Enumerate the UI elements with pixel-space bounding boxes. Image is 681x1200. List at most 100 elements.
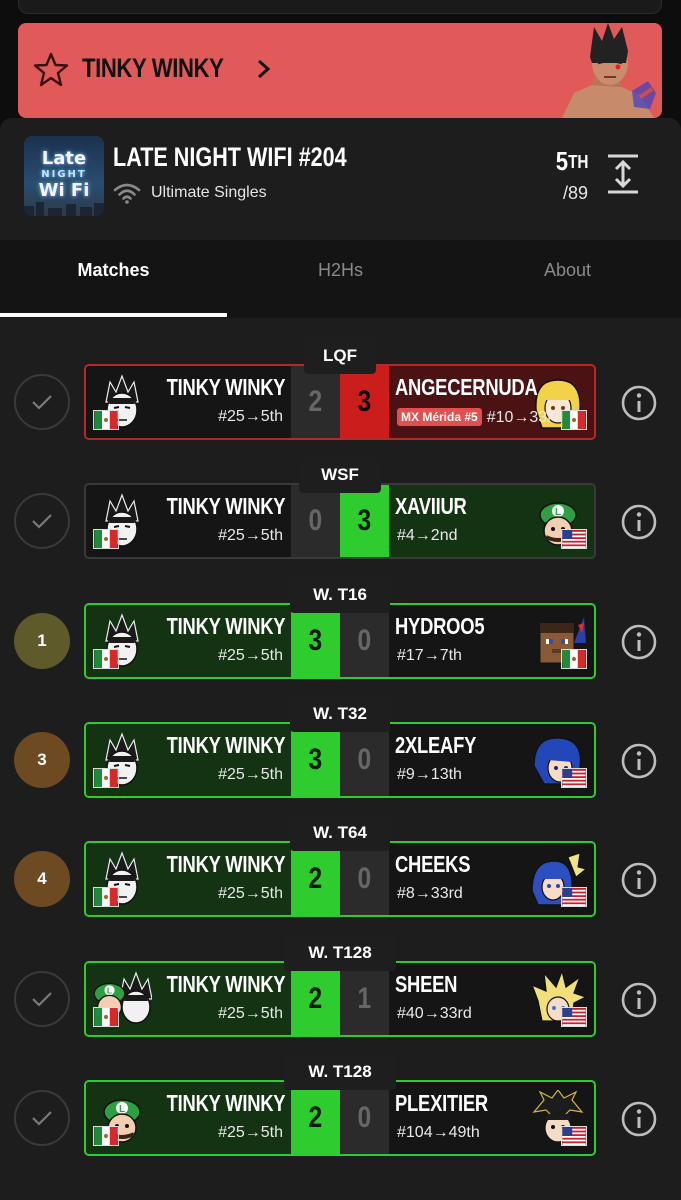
player-name: TINKY WINKY bbox=[166, 493, 285, 519]
match-row[interactable]: 1 W. T16 TINKY WINKY #25→5th HYDROO5 #17→7th 3… bbox=[0, 577, 681, 679]
player1-slot[interactable]: TINKY WINKY #25→5th bbox=[86, 605, 291, 677]
completed-status bbox=[14, 971, 70, 1027]
round-label: LQF bbox=[304, 338, 376, 374]
placement-total: /89 bbox=[562, 183, 588, 203]
round-label: W. T128 bbox=[284, 1054, 396, 1090]
seed-text: #17→7th bbox=[397, 647, 462, 664]
set-score-box[interactable]: L TINKY WINKY #25→5th PLEXITIER #104→49th 2 0 bbox=[84, 1080, 596, 1156]
tournament-format: Ultimate Singles bbox=[151, 184, 267, 201]
set-score-box[interactable]: TINKY WINKY #25→5th 2XLEAFY #9→13th 3 0 bbox=[84, 722, 596, 798]
info-icon[interactable] bbox=[620, 981, 658, 1019]
seed-text: #25→5th bbox=[218, 885, 283, 902]
info-icon[interactable] bbox=[620, 1100, 658, 1138]
player2-score: 1 bbox=[340, 963, 389, 1035]
logo-line-3: Wi Fi bbox=[38, 180, 90, 201]
player1-score: 2 bbox=[291, 366, 340, 438]
player-name: PLEXITIER bbox=[395, 1090, 488, 1116]
set-number-badge: 3 bbox=[14, 732, 70, 788]
match-row[interactable]: LQF TINKY WINKY #25→5th ANGECERNUDA MX Mérid… bbox=[0, 338, 681, 440]
info-icon[interactable] bbox=[620, 742, 658, 780]
player-name: TINKY WINKY bbox=[166, 374, 285, 400]
player-name: HYDROO5 bbox=[395, 613, 485, 639]
player1-score: 3 bbox=[291, 724, 340, 796]
player2-slot[interactable]: SHEEN #40→33rd bbox=[389, 963, 594, 1035]
flag-mx-icon bbox=[93, 887, 119, 907]
player-banner[interactable]: TINKY WINKY bbox=[18, 23, 662, 118]
player1-slot[interactable]: TINKY WINKY #25→5th bbox=[86, 724, 291, 796]
player2-slot[interactable]: 2XLEAFY #9→13th bbox=[389, 724, 594, 796]
tab-matches[interactable]: Matches bbox=[0, 260, 227, 281]
player2-slot[interactable]: PLEXITIER #104→49th bbox=[389, 1082, 594, 1154]
seed-text: #9→13th bbox=[397, 766, 462, 783]
match-row[interactable]: W. T128 L TINKY WINKY #25→5th SHEEN #40→33rd 2… bbox=[0, 935, 681, 1037]
match-row[interactable]: W. T128 L TINKY WINKY #25→5th PLEXITIER #104→… bbox=[0, 1054, 681, 1156]
flag-us-icon bbox=[561, 529, 587, 549]
set-score-box[interactable]: TINKY WINKY #25→5th ANGECERNUDA MX Mérida #… bbox=[84, 364, 596, 440]
active-tab-indicator bbox=[0, 313, 227, 317]
info-icon[interactable] bbox=[620, 384, 658, 422]
player2-slot[interactable]: HYDROO5 #17→7th bbox=[389, 605, 594, 677]
seed-placement: #25→5th bbox=[218, 1124, 283, 1142]
seed-text: #25→5th bbox=[218, 527, 283, 544]
seed-text: #8→33rd bbox=[397, 885, 463, 902]
match-row[interactable]: WSF TINKY WINKY #25→5th L XAVIIUR #4→2nd 0 3 bbox=[0, 457, 681, 559]
tournament-title[interactable]: LATE NIGHT WIFI #204 bbox=[113, 142, 347, 173]
player-name: TINKY WINKY bbox=[166, 851, 285, 877]
round-label: WSF bbox=[299, 457, 381, 493]
player-name: 2XLEAFY bbox=[395, 732, 477, 758]
set-score-box[interactable]: TINKY WINKY #25→5th L XAVIIUR #4→2nd 0 3 bbox=[84, 483, 596, 559]
player1-score: 0 bbox=[291, 485, 340, 557]
flag-us-icon bbox=[561, 887, 587, 907]
flag-mx-icon bbox=[561, 410, 587, 430]
player2-score: 3 bbox=[340, 366, 389, 438]
player1-slot[interactable]: TINKY WINKY #25→5th bbox=[86, 485, 291, 557]
player2-score: 0 bbox=[340, 605, 389, 677]
info-icon[interactable] bbox=[620, 503, 658, 541]
logo-line-1: Late bbox=[41, 148, 87, 169]
tab-h2hs[interactable]: H2Hs bbox=[227, 260, 454, 281]
round-label: W. T64 bbox=[290, 815, 390, 851]
player1-score: 2 bbox=[291, 963, 340, 1035]
player2-slot[interactable]: ANGECERNUDA MX Mérida #5 #10→33rd bbox=[389, 366, 594, 438]
seed-text: #10→33rd bbox=[486, 409, 562, 426]
wifi-icon bbox=[113, 183, 141, 204]
player1-slot[interactable]: TINKY WINKY #25→5th bbox=[86, 843, 291, 915]
seed-text: #25→5th bbox=[218, 1005, 283, 1022]
player2-score: 0 bbox=[340, 724, 389, 796]
seed-text: #25→5th bbox=[218, 1124, 283, 1141]
info-icon[interactable] bbox=[620, 623, 658, 661]
flag-mx-icon bbox=[93, 1126, 119, 1146]
info-icon[interactable] bbox=[620, 861, 658, 899]
tab-bar: Matches H2Hs About bbox=[0, 240, 681, 318]
player1-slot[interactable]: L TINKY WINKY #25→5th bbox=[86, 1082, 291, 1154]
tab-about[interactable]: About bbox=[454, 260, 681, 281]
seed-text: #104→49th bbox=[397, 1124, 480, 1141]
match-row[interactable]: 4 W. T64 TINKY WINKY #25→5th CHEEKS #8→33rd 2 0 bbox=[0, 815, 681, 917]
flag-mx-icon bbox=[93, 410, 119, 430]
player1-slot[interactable]: TINKY WINKY #25→5th bbox=[86, 366, 291, 438]
set-number-badge: 4 bbox=[14, 851, 70, 907]
player1-slot[interactable]: L TINKY WINKY #25→5th bbox=[86, 963, 291, 1035]
player-name: CHEEKS bbox=[395, 851, 471, 877]
check-icon bbox=[32, 514, 52, 529]
expand-collapse-icon[interactable] bbox=[606, 152, 640, 196]
seed-placement: #25→5th bbox=[218, 647, 283, 665]
star-icon[interactable] bbox=[32, 51, 70, 89]
flag-us-icon bbox=[561, 768, 587, 788]
seed-placement: #25→5th bbox=[218, 527, 283, 545]
set-score-box[interactable]: TINKY WINKY #25→5th CHEEKS #8→33rd 2 0 bbox=[84, 841, 596, 917]
flag-mx-icon bbox=[93, 649, 119, 669]
seed-placement: #4→2nd bbox=[397, 527, 458, 545]
player2-score: 0 bbox=[340, 843, 389, 915]
tournament-logo: Late NIGHT Wi Fi bbox=[24, 136, 104, 216]
set-score-box[interactable]: L TINKY WINKY #25→5th SHEEN #40→33rd 2 1 bbox=[84, 961, 596, 1037]
check-icon bbox=[32, 1111, 52, 1126]
match-row[interactable]: 3 W. T32 TINKY WINKY #25→5th 2XLEAFY #9→13th 3… bbox=[0, 696, 681, 798]
flag-mx-icon bbox=[93, 1007, 119, 1027]
seed-placement: #40→33rd bbox=[397, 1005, 472, 1023]
seed-text: #25→5th bbox=[218, 647, 283, 664]
set-score-box[interactable]: TINKY WINKY #25→5th HYDROO5 #17→7th 3 0 bbox=[84, 603, 596, 679]
player2-slot[interactable]: L XAVIIUR #4→2nd bbox=[389, 485, 594, 557]
seed-text: #4→2nd bbox=[397, 527, 458, 544]
player2-slot[interactable]: CHEEKS #8→33rd bbox=[389, 843, 594, 915]
